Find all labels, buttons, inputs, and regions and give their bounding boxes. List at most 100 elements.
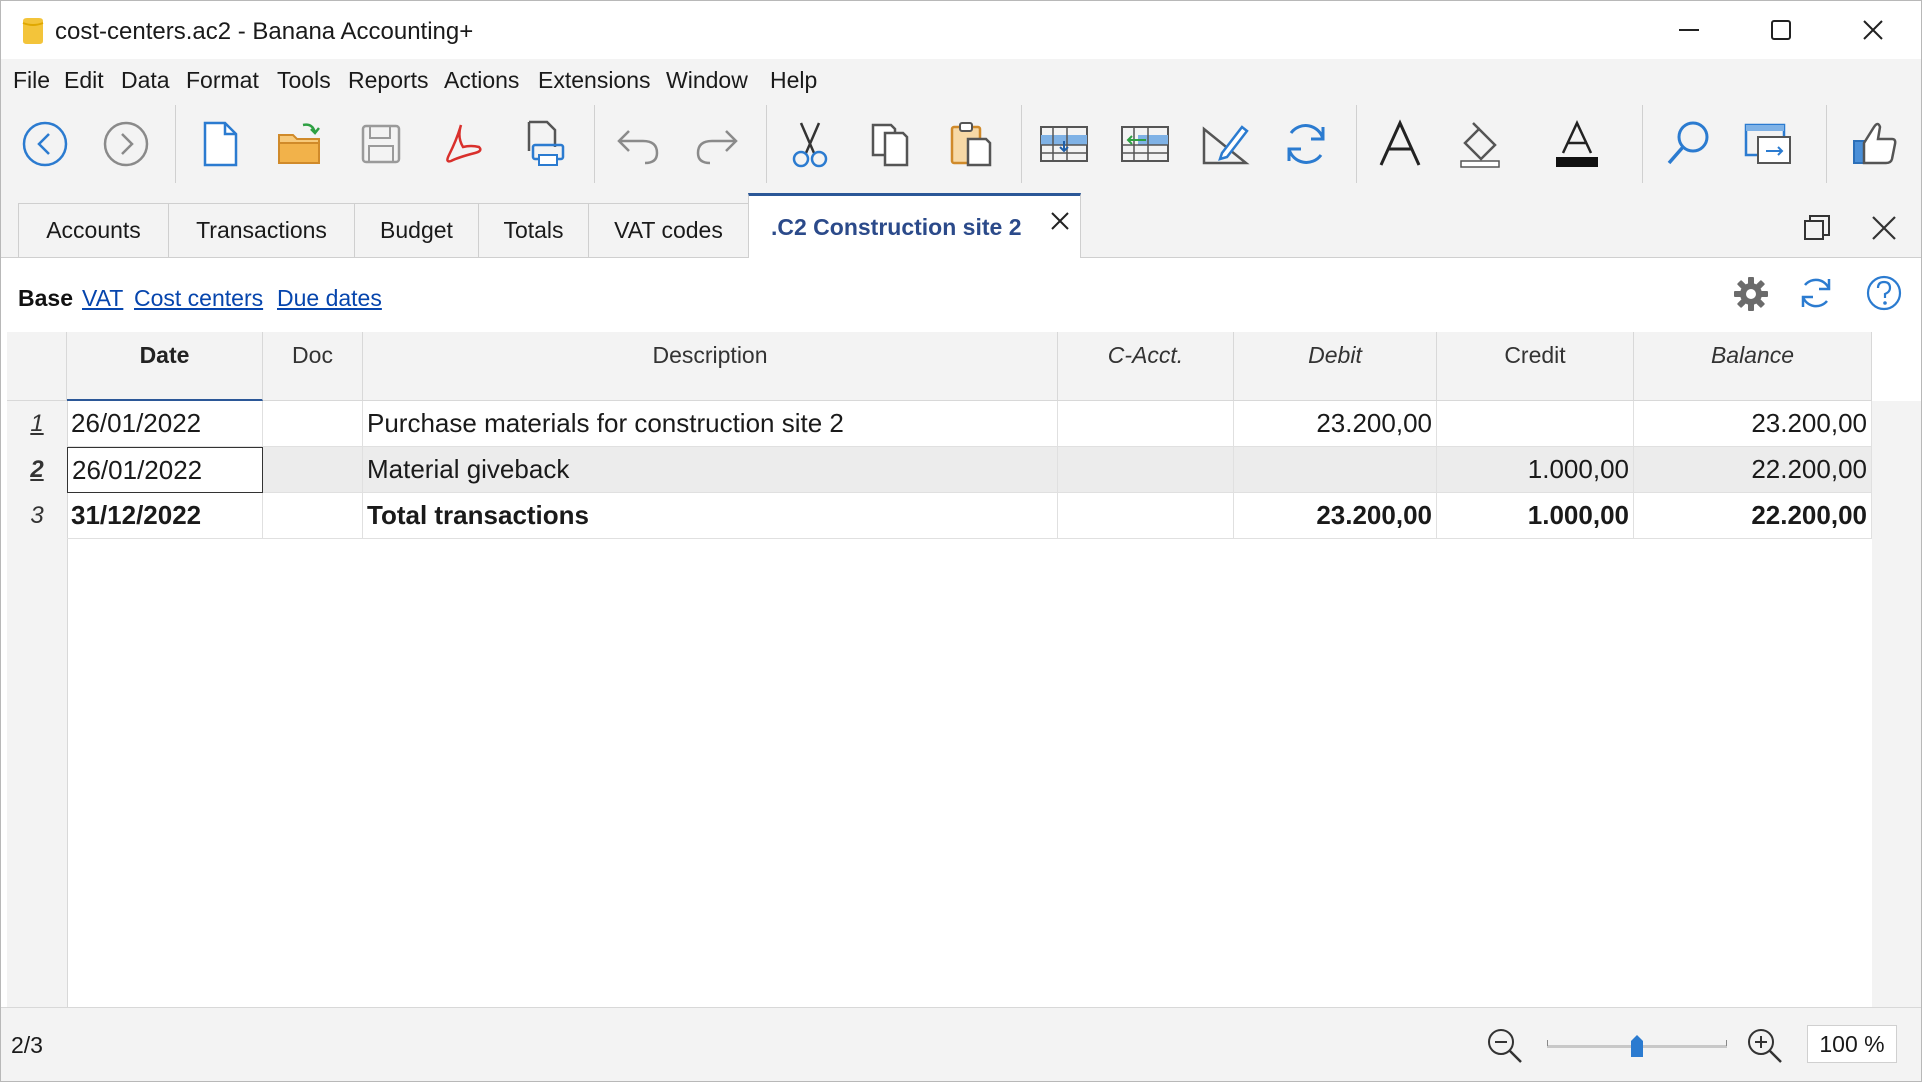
cell-balance[interactable]: 22.200,00 <box>1634 493 1872 539</box>
fill-color-button[interactable] <box>1449 113 1511 175</box>
cell-description[interactable]: Total transactions <box>363 493 1058 539</box>
find-button[interactable] <box>1657 113 1719 175</box>
zoom-level-field[interactable]: 100 % <box>1807 1025 1897 1063</box>
menu-format[interactable]: Format <box>186 67 259 94</box>
table-row-selected[interactable]: 26/01/2022 Material giveback 1.000,00 22… <box>67 447 1872 493</box>
edit-button[interactable] <box>1194 113 1256 175</box>
zoom-slider-thumb[interactable] <box>1630 1035 1644 1057</box>
close-button[interactable] <box>1827 1 1919 59</box>
font-button[interactable] <box>1369 113 1431 175</box>
find-icon <box>1667 121 1709 165</box>
row-number[interactable]: 1 <box>7 401 67 447</box>
window-title: cost-centers.ac2 - Banana Accounting+ <box>55 18 474 45</box>
header-doc[interactable]: Doc <box>263 332 363 401</box>
cell-credit[interactable] <box>1437 401 1634 447</box>
tab-construction-site-2[interactable]: .C2 Construction site 2 <box>748 193 1081 258</box>
menu-file[interactable]: File <box>13 67 50 94</box>
open-file-button[interactable] <box>269 113 331 175</box>
maximize-button[interactable] <box>1735 1 1827 59</box>
menu-actions[interactable]: Actions <box>444 67 519 94</box>
cell-date[interactable]: 26/01/2022 <box>67 401 263 447</box>
print-preview-button[interactable] <box>513 113 575 175</box>
app-window: cost-centers.ac2 - Banana Accounting+ Fi… <box>0 0 1922 1082</box>
cell-debit[interactable]: 23.200,00 <box>1234 493 1437 539</box>
view-base[interactable]: Base <box>18 285 73 312</box>
cell-description[interactable]: Material giveback <box>363 447 1058 493</box>
cell-date-focused[interactable]: 26/01/2022 <box>67 447 263 493</box>
tab-budget[interactable]: Budget <box>354 203 479 257</box>
zoom-out-button[interactable] <box>1485 1026 1525 1066</box>
minimize-button[interactable] <box>1643 1 1735 59</box>
cell-balance[interactable]: 23.200,00 <box>1634 401 1872 447</box>
restore-document-button[interactable] <box>1802 213 1832 243</box>
cell-credit[interactable]: 1.000,00 <box>1437 447 1634 493</box>
cell-description[interactable]: Purchase materials for construction site… <box>363 401 1058 447</box>
print-preview-icon <box>527 120 565 166</box>
copy-button[interactable] <box>859 113 921 175</box>
cell-credit[interactable]: 1.000,00 <box>1437 493 1634 539</box>
tab-accounts[interactable]: Accounts <box>18 203 169 257</box>
menu-window[interactable]: Window <box>666 67 748 94</box>
save-icon <box>361 124 401 164</box>
zoom-slider[interactable] <box>1547 1034 1727 1058</box>
back-button[interactable] <box>14 113 76 175</box>
toolbar-separator <box>175 105 176 183</box>
view-due-dates[interactable]: Due dates <box>277 285 382 312</box>
cell-c-acct[interactable] <box>1058 401 1234 447</box>
header-date[interactable]: Date <box>67 332 263 401</box>
paste-button[interactable] <box>940 113 1002 175</box>
cell-date[interactable]: 31/12/2022 <box>67 493 263 539</box>
forward-button[interactable] <box>95 113 157 175</box>
zoom-in-button[interactable] <box>1745 1026 1785 1066</box>
settings-button[interactable] <box>1732 275 1770 313</box>
refresh-button[interactable] <box>1796 273 1836 313</box>
header-debit[interactable]: Debit <box>1234 332 1437 401</box>
cell-c-acct[interactable] <box>1058 493 1234 539</box>
new-file-button[interactable] <box>189 113 251 175</box>
cell-doc[interactable] <box>263 401 363 447</box>
header-c-acct[interactable]: C-Acct. <box>1058 332 1234 401</box>
undo-button[interactable] <box>607 113 669 175</box>
row-number[interactable]: 2 <box>7 447 67 493</box>
cell-doc[interactable] <box>263 447 363 493</box>
header-credit[interactable]: Credit <box>1437 332 1634 401</box>
cell-c-acct[interactable] <box>1058 447 1234 493</box>
window-button[interactable] <box>1738 113 1800 175</box>
menu-data[interactable]: Data <box>121 67 170 94</box>
header-description[interactable]: Description <box>363 332 1058 401</box>
menu-reports[interactable]: Reports <box>348 67 429 94</box>
view-vat[interactable]: VAT <box>82 285 123 312</box>
menu-extensions[interactable]: Extensions <box>538 67 651 94</box>
close-tab-icon[interactable] <box>1050 211 1070 231</box>
cell-doc[interactable] <box>263 493 363 539</box>
text-color-button[interactable] <box>1546 113 1608 175</box>
recheck-button[interactable] <box>1275 113 1337 175</box>
feedback-icon <box>1853 122 1897 165</box>
row-number[interactable]: 3 <box>7 493 67 539</box>
redo-button[interactable] <box>686 113 748 175</box>
tab-transactions[interactable]: Transactions <box>168 203 355 257</box>
add-rows-button[interactable] <box>1033 113 1095 175</box>
pdf-button[interactable] <box>431 113 493 175</box>
totals-row[interactable]: 31/12/2022 Total transactions 23.200,00 … <box>67 493 1872 539</box>
save-button[interactable] <box>350 113 412 175</box>
restore-icon <box>1804 215 1830 240</box>
tab-totals[interactable]: Totals <box>478 203 589 257</box>
help-button[interactable] <box>1865 274 1903 312</box>
menu-help[interactable]: Help <box>770 67 817 94</box>
insert-rows-button[interactable] <box>1114 113 1176 175</box>
forward-icon <box>103 121 149 167</box>
close-document-button[interactable] <box>1871 215 1897 241</box>
tab-vat-codes[interactable]: VAT codes <box>588 203 749 257</box>
header-balance[interactable]: Balance <box>1634 332 1872 401</box>
menu-edit[interactable]: Edit <box>64 67 104 94</box>
cell-debit[interactable] <box>1234 447 1437 493</box>
maximize-icon <box>1771 20 1791 40</box>
feedback-button[interactable] <box>1844 113 1906 175</box>
table-row[interactable]: 26/01/2022 Purchase materials for constr… <box>67 401 1872 447</box>
view-cost-centers[interactable]: Cost centers <box>134 285 263 312</box>
cell-balance[interactable]: 22.200,00 <box>1634 447 1872 493</box>
menu-tools[interactable]: Tools <box>277 67 331 94</box>
cut-button[interactable] <box>779 113 841 175</box>
cell-debit[interactable]: 23.200,00 <box>1234 401 1437 447</box>
